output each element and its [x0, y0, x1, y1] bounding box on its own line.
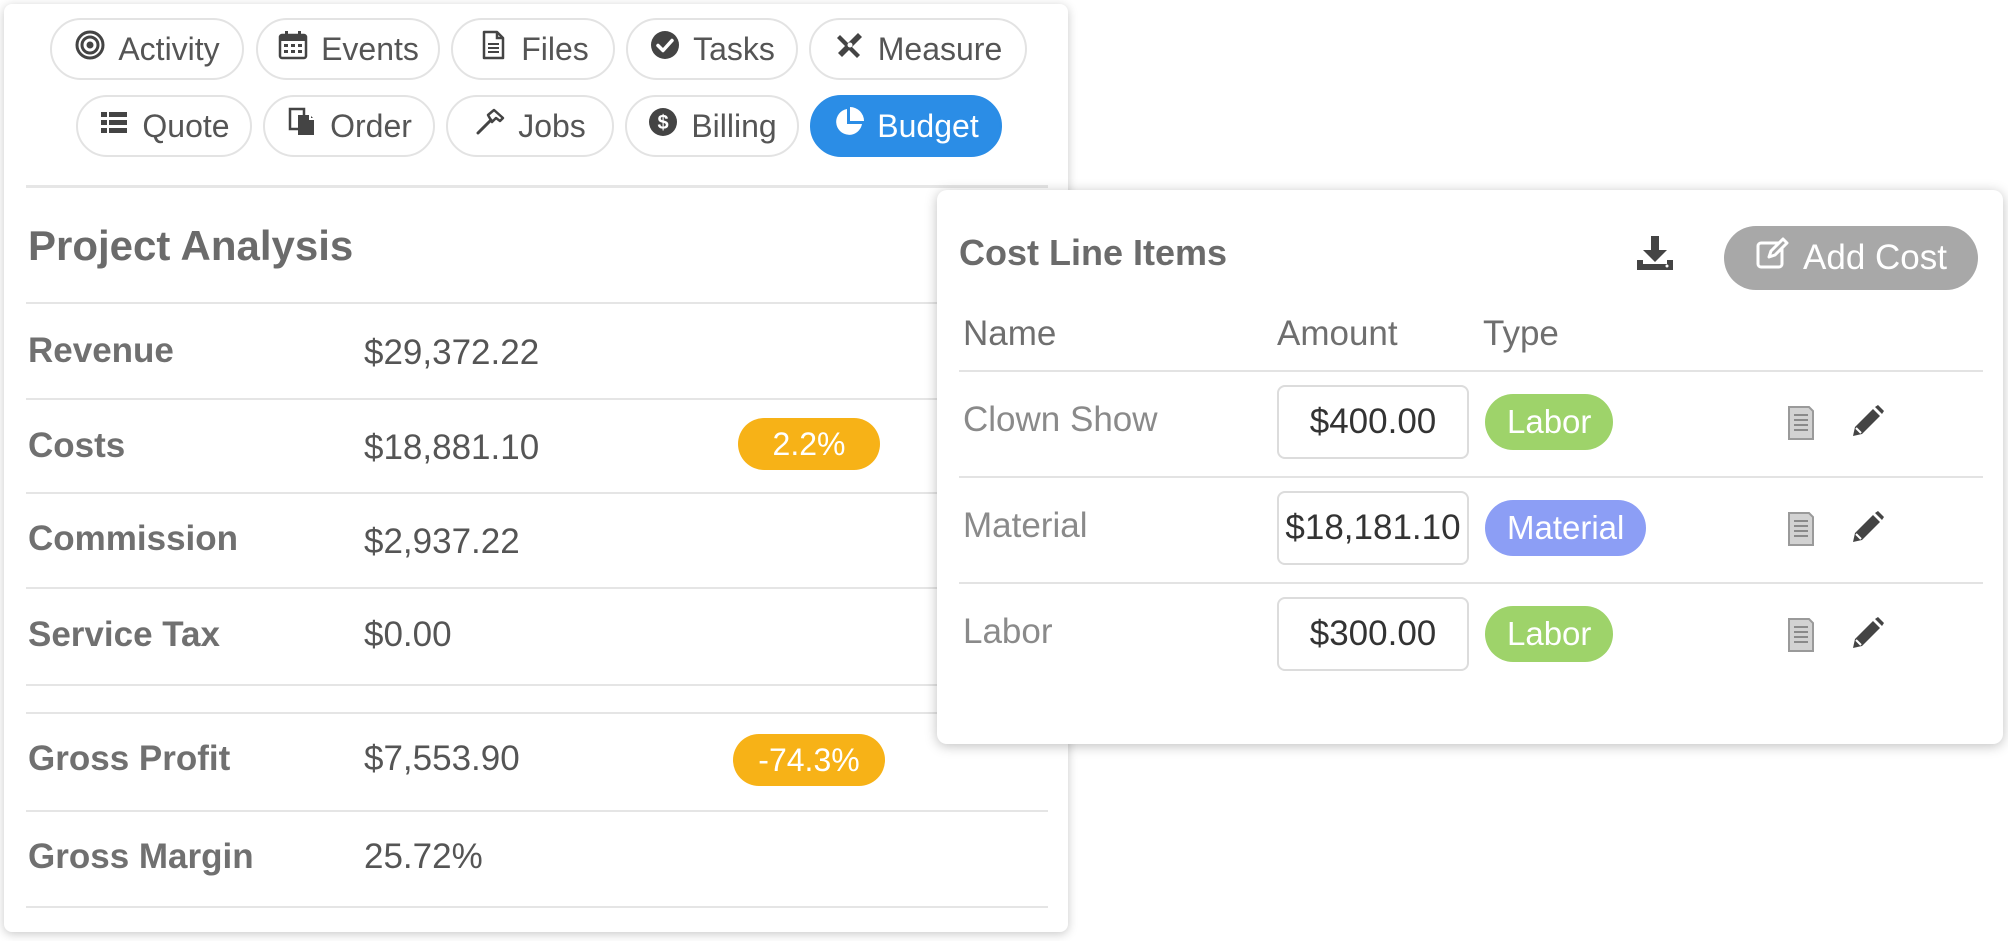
section-divider	[26, 712, 1048, 714]
tab-order[interactable]: Order	[263, 95, 435, 157]
gross-margin-value: 25.72%	[364, 837, 483, 876]
cost-line-items-title: Cost Line Items	[959, 232, 1228, 273]
commission-value: $2,937.22	[364, 522, 520, 561]
pencil-icon	[1849, 405, 1885, 444]
dollar-circle-icon: $	[647, 106, 679, 146]
receipt-icon	[1783, 406, 1819, 445]
tab-label: Jobs	[518, 107, 586, 144]
costs-value: $18,881.10	[364, 428, 540, 467]
gross-profit-label: Gross Profit	[28, 739, 231, 778]
costs-label: Costs	[28, 426, 126, 465]
receipt-icon	[1783, 512, 1819, 551]
pencil-icon	[1849, 617, 1885, 656]
row-divider	[26, 302, 1048, 304]
tab-label: Measure	[877, 30, 1003, 67]
tab-quote[interactable]: Quote	[76, 95, 252, 157]
tab-billing[interactable]: $ Billing	[625, 95, 799, 157]
hammer-icon	[474, 106, 506, 146]
pie-chart-icon	[833, 106, 865, 146]
project-analysis-title: Project Analysis	[28, 222, 354, 269]
row-divider	[959, 582, 1983, 584]
budget-panel: Activity Events Files Tasks Measure Quot…	[4, 4, 1068, 932]
add-cost-button[interactable]: Add Cost	[1724, 226, 1978, 290]
tab-label: Files	[521, 30, 589, 67]
column-header-type: Type	[1483, 314, 1559, 353]
copy-icon	[286, 106, 318, 146]
column-header-amount: Amount	[1277, 314, 1398, 353]
check-circle-icon	[649, 29, 681, 69]
receipt-button[interactable]	[1783, 405, 1819, 441]
edit-row-button[interactable]	[1849, 616, 1885, 652]
cost-amount-input[interactable]: $18,181.10	[1277, 491, 1469, 565]
cost-item-name: Clown Show	[963, 400, 1158, 439]
service-tax-label: Service Tax	[28, 615, 220, 654]
costs-percent-badge: 2.2%	[738, 418, 880, 470]
cost-amount-input[interactable]: $400.00	[1277, 385, 1469, 459]
svg-text:$: $	[658, 112, 669, 134]
tab-label: Budget	[877, 107, 979, 144]
cost-line-items-panel: Cost Line Items Add Cost Name Amount Typ…	[937, 190, 2003, 744]
row-divider	[26, 684, 1048, 686]
calendar-icon	[277, 29, 309, 69]
cost-item-name: Labor	[963, 612, 1053, 651]
tab-activity[interactable]: Activity	[50, 18, 244, 80]
row-divider	[959, 476, 1983, 478]
tab-label: Events	[321, 30, 419, 67]
pencil-icon	[1849, 511, 1885, 550]
tab-tasks[interactable]: Tasks	[626, 18, 798, 80]
row-divider	[26, 492, 1048, 494]
revenue-value: $29,372.22	[364, 333, 540, 372]
download-icon	[1633, 236, 1677, 280]
download-button[interactable]	[1633, 232, 1677, 276]
tab-label: Quote	[142, 107, 230, 144]
tabs-divider	[26, 185, 1048, 188]
column-header-name: Name	[963, 314, 1057, 353]
cost-item-name: Material	[963, 506, 1088, 545]
receipt-button[interactable]	[1783, 617, 1819, 653]
row-divider	[26, 906, 1048, 908]
service-tax-value: $0.00	[364, 615, 452, 654]
type-badge-labor: Labor	[1485, 606, 1614, 662]
tab-measure[interactable]: Measure	[809, 18, 1027, 80]
row-divider	[26, 398, 1048, 400]
gross-profit-value: $7,553.90	[364, 739, 520, 778]
receipt-icon	[1783, 618, 1819, 657]
add-cost-label: Add Cost	[1803, 238, 1947, 277]
header-divider	[959, 370, 1983, 372]
list-icon	[98, 106, 130, 146]
row-divider	[26, 810, 1048, 812]
tab-jobs[interactable]: Jobs	[446, 95, 614, 157]
tab-files[interactable]: Files	[451, 18, 615, 80]
edit-icon	[1755, 237, 1789, 280]
tab-events[interactable]: Events	[256, 18, 440, 80]
tab-label: Order	[330, 107, 412, 144]
type-badge-material: Material	[1485, 500, 1647, 556]
tab-budget[interactable]: Budget	[810, 95, 1002, 157]
target-icon	[74, 29, 106, 69]
file-icon	[477, 29, 509, 69]
gross-margin-label: Gross Margin	[28, 837, 254, 876]
type-badge-labor: Labor	[1485, 394, 1614, 450]
gross-profit-percent-badge: -74.3%	[733, 734, 885, 786]
receipt-button[interactable]	[1783, 511, 1819, 547]
row-divider	[26, 587, 1048, 589]
tab-label: Tasks	[693, 30, 775, 67]
ruler-pencil-icon	[834, 29, 866, 69]
edit-row-button[interactable]	[1849, 510, 1885, 546]
edit-row-button[interactable]	[1849, 404, 1885, 440]
revenue-label: Revenue	[28, 331, 174, 370]
cost-amount-input[interactable]: $300.00	[1277, 597, 1469, 671]
commission-label: Commission	[28, 519, 239, 558]
tab-label: Billing	[691, 107, 777, 144]
tab-label: Activity	[118, 30, 220, 67]
